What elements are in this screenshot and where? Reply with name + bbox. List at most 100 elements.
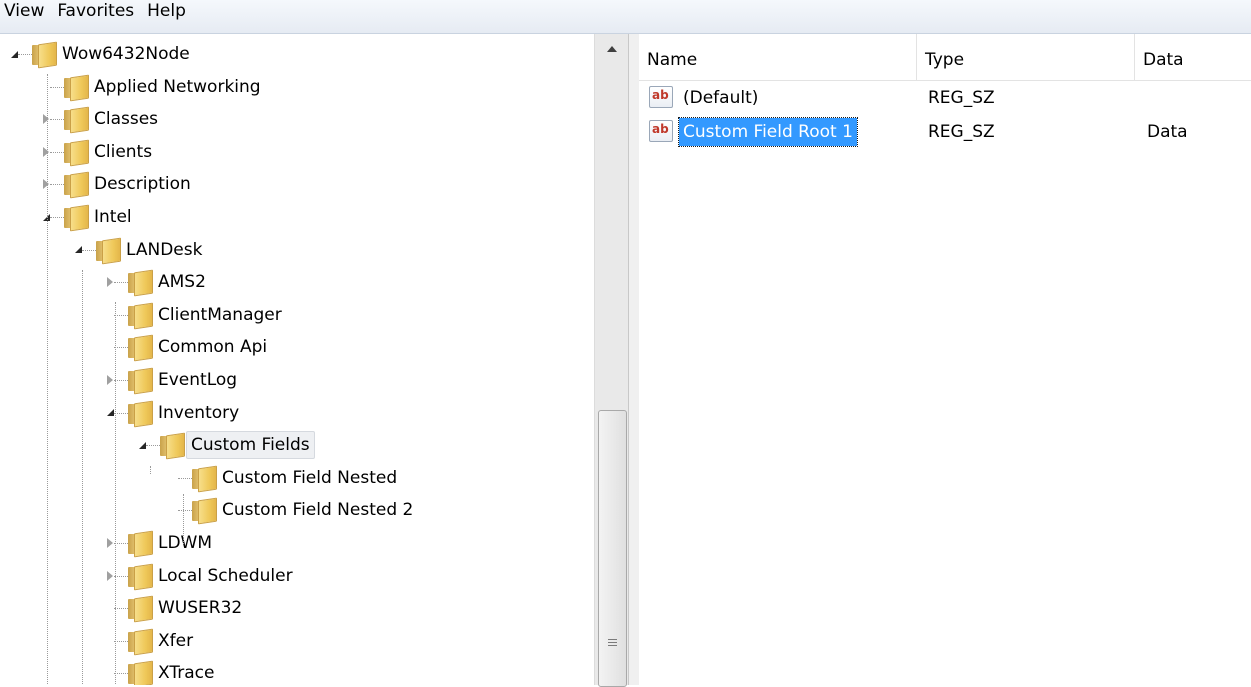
string-value-icon-glyph: ab [652, 88, 669, 102]
column-header-type[interactable]: Type [917, 34, 1135, 80]
folder-icon [128, 595, 153, 623]
arrow-glyph [43, 146, 49, 157]
tree-node[interactable]: Custom Field Nested 2 [0, 494, 594, 526]
tree-node-label[interactable]: Applied Networking [90, 73, 265, 101]
grip-line [608, 639, 617, 640]
tree-node[interactable]: Common Api [0, 331, 594, 363]
tree-node[interactable]: Inventory [0, 397, 594, 429]
folder-icon [64, 172, 89, 199]
value-name[interactable]: (Default) [679, 83, 762, 113]
tree-node[interactable]: Intel [0, 201, 594, 233]
expanded-arrow-icon[interactable] [72, 244, 84, 256]
tree-connector [114, 640, 128, 642]
tree-node[interactable]: Classes [0, 103, 594, 135]
tree-node[interactable]: XTrace [0, 657, 594, 685]
arrow-glyph [43, 114, 49, 125]
tree-guide-line [115, 302, 116, 684]
folder-front [70, 74, 89, 101]
expanded-arrow-icon[interactable] [40, 211, 52, 223]
tree-node[interactable]: Description [0, 168, 594, 200]
scroll-up-button[interactable] [595, 34, 629, 64]
tree-node-label[interactable]: Custom Fields [186, 431, 315, 460]
folder-front [134, 302, 153, 330]
tree-node[interactable]: Custom Field Nested [0, 462, 594, 494]
tree-node-label[interactable]: LDWM [154, 529, 216, 557]
column-header-data[interactable]: Data [1135, 34, 1251, 80]
collapsed-arrow-icon[interactable] [104, 276, 116, 288]
arrow-glyph [107, 277, 113, 288]
tree-node-label[interactable]: Custom Field Nested [218, 464, 401, 492]
folder-icon [128, 302, 153, 330]
tree-node[interactable]: LDWM [0, 527, 594, 559]
tree-node-label[interactable]: Classes [90, 105, 162, 133]
arrow-glyph [107, 570, 113, 581]
list-row[interactable]: ab Custom Field Root 1 REG_SZ Data [639, 117, 1251, 147]
tree-node-label[interactable]: Custom Field Nested 2 [218, 496, 417, 524]
folder-icon [128, 661, 153, 685]
folder-front [134, 269, 153, 297]
arrow-glyph [10, 50, 18, 58]
folder-front [134, 595, 153, 623]
collapsed-arrow-icon[interactable] [40, 178, 52, 190]
expanded-arrow-icon[interactable] [8, 48, 20, 60]
tree-connector [50, 184, 64, 186]
grip-line [608, 645, 617, 646]
tree-node[interactable]: EventLog [0, 364, 594, 396]
tree-node-label[interactable]: Xfer [154, 627, 197, 655]
tree-node-label[interactable]: Intel [90, 203, 136, 231]
folder-icon [128, 628, 153, 656]
tree-node-label[interactable]: Description [90, 170, 195, 198]
folder-front [70, 172, 89, 199]
tree-node-label[interactable]: Local Scheduler [154, 562, 297, 590]
folder-front [134, 563, 153, 590]
value-type: REG_SZ [928, 122, 995, 142]
scroll-thumb[interactable] [598, 410, 627, 687]
menu-view[interactable]: View [0, 0, 53, 22]
tree-node[interactable]: Xfer [0, 625, 594, 657]
folder-icon [128, 563, 153, 590]
tree-node-label[interactable]: ClientManager [154, 301, 286, 329]
folder-front [134, 628, 153, 656]
tree-guide-line [150, 466, 151, 474]
tree-node-label[interactable]: Clients [90, 138, 156, 166]
tree-node-label[interactable]: Inventory [154, 399, 243, 427]
tree-node[interactable]: LANDesk [0, 234, 594, 266]
expanded-arrow-icon[interactable] [136, 439, 148, 451]
string-value-icon-glyph: ab [652, 122, 669, 136]
tree-connector [178, 477, 192, 479]
tree-guide-line [47, 74, 48, 684]
tree-node-label[interactable]: Wow6432Node [58, 40, 194, 68]
tree-connector [114, 380, 128, 381]
menu-help[interactable]: Help [143, 0, 195, 22]
tree-node-label[interactable]: WUSER32 [154, 594, 246, 622]
tree-node[interactable]: ClientManager [0, 299, 594, 331]
tree-node[interactable]: Local Scheduler [0, 560, 594, 592]
value-name-selected[interactable]: Custom Field Root 1 [678, 117, 858, 147]
list-row[interactable]: ab (Default) REG_SZ [639, 83, 1251, 113]
folder-front [134, 530, 153, 558]
arrow-glyph [106, 409, 114, 417]
collapsed-arrow-icon[interactable] [40, 146, 52, 158]
tree-node-label[interactable]: EventLog [154, 366, 241, 394]
tree-node-label[interactable]: Common Api [154, 333, 271, 361]
tree-node[interactable]: AMS2 [0, 266, 594, 298]
arrow-glyph [43, 179, 49, 190]
tree-connector [50, 151, 64, 153]
tree-connector [114, 412, 128, 414]
tree-node[interactable]: Applied Networking [0, 71, 594, 103]
tree-node-label[interactable]: LANDesk [122, 236, 206, 264]
tree-node[interactable]: Clients [0, 136, 594, 168]
tree-node[interactable]: WUSER32 [0, 592, 594, 624]
tree-node-label[interactable]: XTrace [154, 659, 218, 685]
column-header-name[interactable]: Name [639, 34, 917, 80]
menu-favorites[interactable]: Favorites [53, 0, 143, 22]
tree-node[interactable]: Custom Fields [0, 429, 594, 461]
folder-icon [128, 269, 153, 297]
tree-connector [50, 119, 64, 121]
tree-connector [114, 673, 128, 675]
tree-node[interactable]: Wow6432Node [0, 38, 594, 70]
collapsed-arrow-icon[interactable] [40, 113, 52, 125]
folder-icon [192, 498, 217, 525]
tree-node-label[interactable]: AMS2 [154, 268, 210, 296]
tree-scrollbar[interactable] [594, 34, 629, 687]
